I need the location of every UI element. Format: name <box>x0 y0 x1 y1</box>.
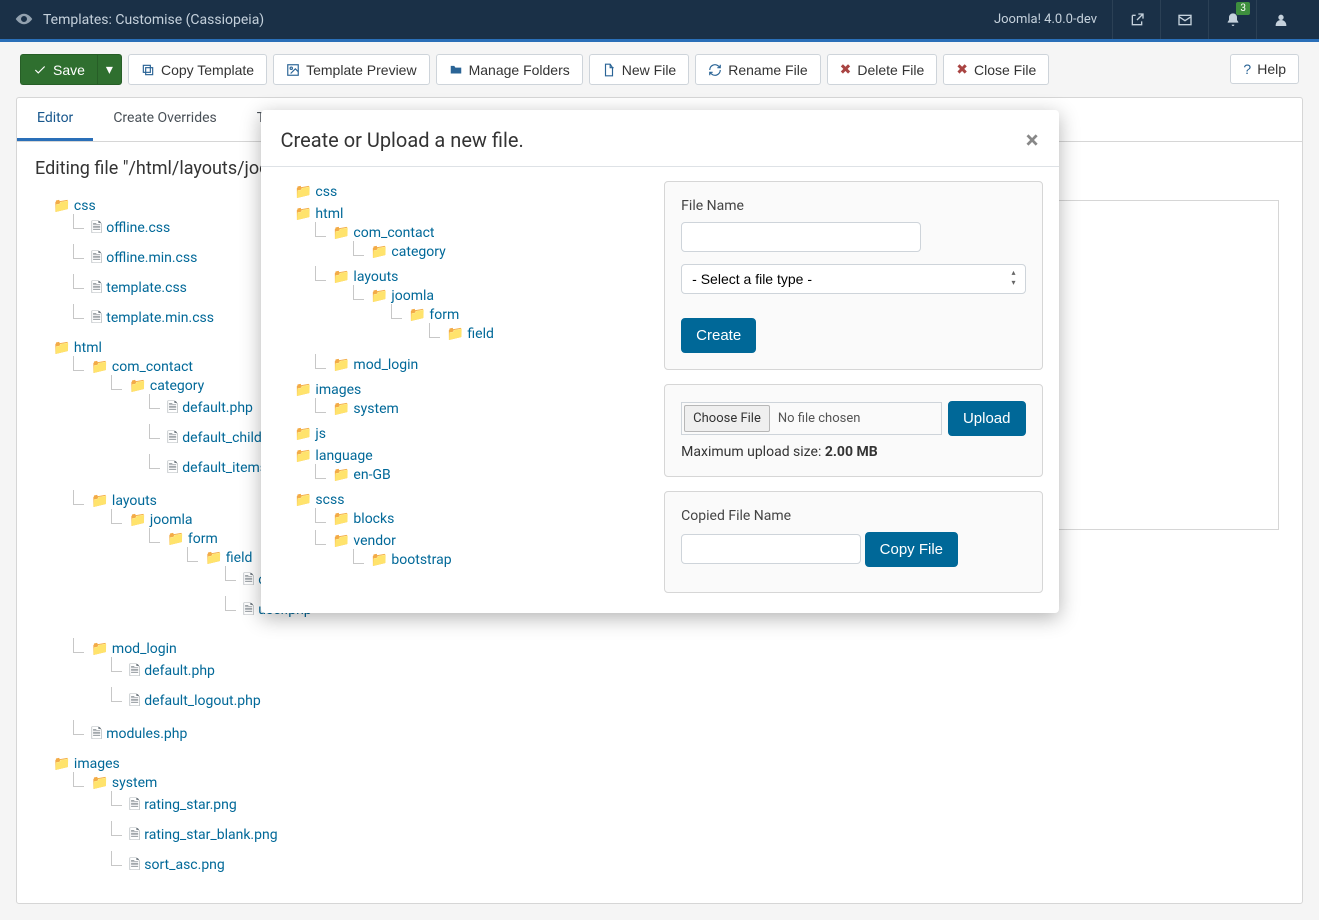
folder-icon: 📁 <box>333 401 350 417</box>
tree-layouts[interactable]: 📁 layouts 📁 joomla 📁 form 📁 field <box>315 266 645 354</box>
file-chosen-status: No file chosen <box>770 411 939 426</box>
upload-file-card: Choose File No file chosen Upload Maximu… <box>664 384 1042 477</box>
tree-js[interactable]: 📁 js <box>277 423 645 445</box>
tree-system[interactable]: 📁 system <box>315 398 645 420</box>
choose-file-button[interactable]: Choose File <box>684 405 770 432</box>
folder-icon: 📁 <box>333 511 350 527</box>
folder-icon: 📁 <box>333 269 350 285</box>
folder-icon: 📁 <box>333 533 350 549</box>
file-name-input[interactable] <box>681 222 921 252</box>
modal-folder-tree: 📁 css 📁 html 📁 com_contact 📁 category 📁 … <box>277 181 645 577</box>
file-name-label: File Name <box>681 198 1025 214</box>
file-icon: 🗎 <box>129 857 140 873</box>
folder-icon: 📁 <box>409 307 426 323</box>
folder-icon: 📁 <box>371 288 388 304</box>
folder-icon: 📁 <box>295 492 312 508</box>
upload-max-note: Maximum upload size: 2.00 MB <box>681 444 1025 460</box>
modal-close-button[interactable]: × <box>1026 126 1039 154</box>
modal-title: Create or Upload a new file. <box>281 128 1026 152</box>
file-type-select[interactable] <box>681 264 1025 294</box>
copied-file-input[interactable] <box>681 534 861 564</box>
tree-language[interactable]: 📁 language 📁 en-GB <box>277 445 645 489</box>
tree-css[interactable]: 📁 css <box>277 181 645 203</box>
tree-field[interactable]: 📁 field <box>429 323 645 345</box>
tree-mod-login[interactable]: 📁 mod_login <box>315 354 645 376</box>
tree-blocks[interactable]: 📁 blocks <box>315 508 645 530</box>
copy-file-card: Copied File Name Copy File <box>664 491 1042 593</box>
tree-images[interactable]: 📁 images 📁 system <box>277 379 645 423</box>
folder-icon: 📁 <box>371 244 388 260</box>
folder-icon: 📁 <box>295 426 312 442</box>
tree-form[interactable]: 📁 form 📁 field <box>391 304 645 348</box>
folder-icon: 📁 <box>295 206 312 222</box>
tree-com-contact[interactable]: 📁 com_contact 📁 category <box>315 222 645 266</box>
modal-new-file: Create or Upload a new file. × 📁 css 📁 h… <box>261 110 1059 613</box>
tree-joomla[interactable]: 📁 joomla 📁 form 📁 field <box>353 285 645 351</box>
folder-icon: 📁 <box>333 467 350 483</box>
create-file-card: File Name Create <box>664 181 1042 370</box>
folder-icon: 📁 <box>333 225 350 241</box>
tree-vendor[interactable]: 📁 vendor 📁 bootstrap <box>315 530 645 574</box>
tree-html[interactable]: 📁 html 📁 com_contact 📁 category 📁 layout… <box>277 203 645 379</box>
folder-icon: 📁 <box>371 552 388 568</box>
copy-file-button[interactable]: Copy File <box>865 532 958 567</box>
folder-icon: 📁 <box>295 448 312 464</box>
folder-icon: 📁 <box>447 326 464 342</box>
create-button[interactable]: Create <box>681 318 756 353</box>
folder-icon: 📁 <box>295 184 312 200</box>
copied-file-label: Copied File Name <box>681 508 1025 524</box>
upload-button[interactable]: Upload <box>948 401 1026 436</box>
tree-category[interactable]: 📁 category <box>353 241 645 263</box>
tree-engb[interactable]: 📁 en-GB <box>315 464 645 486</box>
tree-scss[interactable]: 📁 scss 📁 blocks 📁 vendor 📁 bootstrap <box>277 489 645 577</box>
folder-icon: 📁 <box>333 357 350 373</box>
folder-icon: 📁 <box>295 382 312 398</box>
tree-bootstrap[interactable]: 📁 bootstrap <box>353 549 645 571</box>
